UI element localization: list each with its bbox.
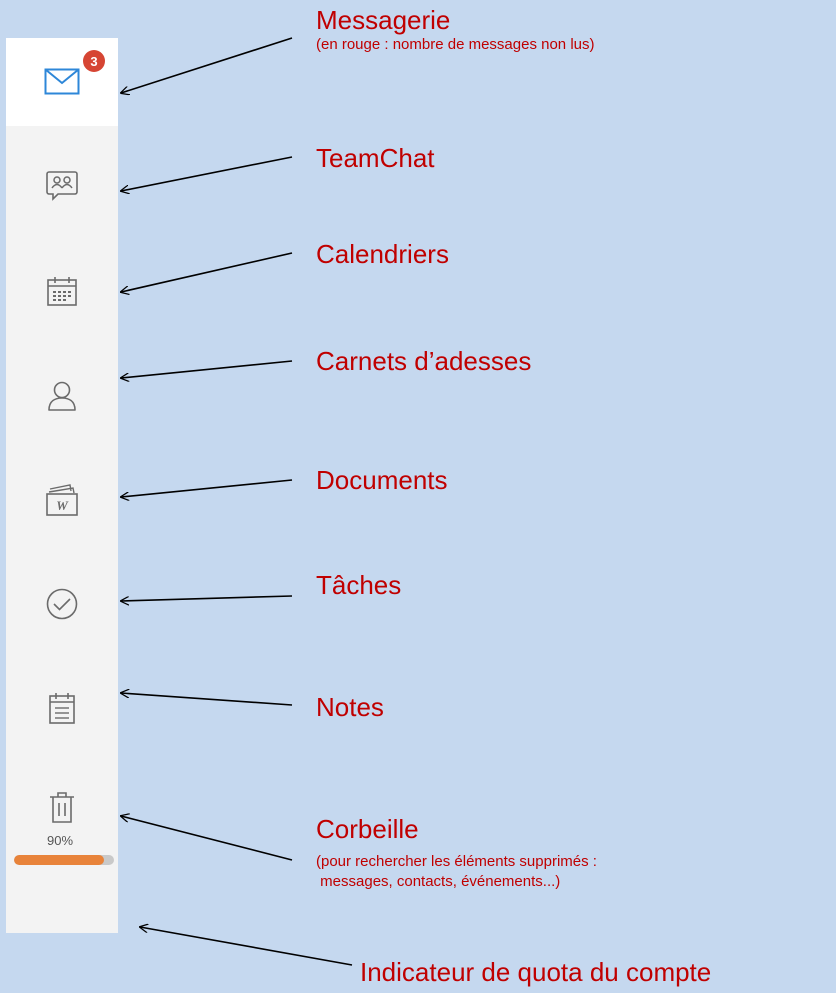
annotation-contacts: Carnets d’adesses [316,346,532,376]
annotation-trash-title: Corbeille [316,814,419,844]
annotation-calendar: Calendriers [316,239,449,269]
annotation-mail-subtitle: (en rouge : nombre de messages non lus) [316,36,595,53]
annotation-notes: Notes [316,692,384,722]
annotation-quota: Indicateur de quota du compte [360,957,712,987]
annotation-trash: Corbeille (pour rechercher les éléments … [316,814,597,892]
arrow-calendar [121,252,293,292]
arrow-quota [140,927,353,966]
annotation-teamchat: TeamChat [316,143,435,173]
annotation-mail-title: Messagerie [316,5,451,35]
annotation-trash-subtitle-2: messages, contacts, événements...) [316,873,561,890]
arrow-documents [121,479,293,497]
arrow-tasks [121,595,293,601]
annotation-tasks: Tâches [316,570,402,600]
annotation-trash-subtitle-1: (pour rechercher les éléments supprimés … [316,853,597,870]
arrow-contacts [121,360,293,378]
annotation-mail: Messagerie (en rouge : nombre de message… [316,5,595,55]
arrow-teamchat [121,156,293,191]
arrow-notes [121,693,293,706]
arrow-trash [121,816,293,861]
annotation-documents: Documents [316,465,448,495]
arrow-mail [121,37,293,93]
